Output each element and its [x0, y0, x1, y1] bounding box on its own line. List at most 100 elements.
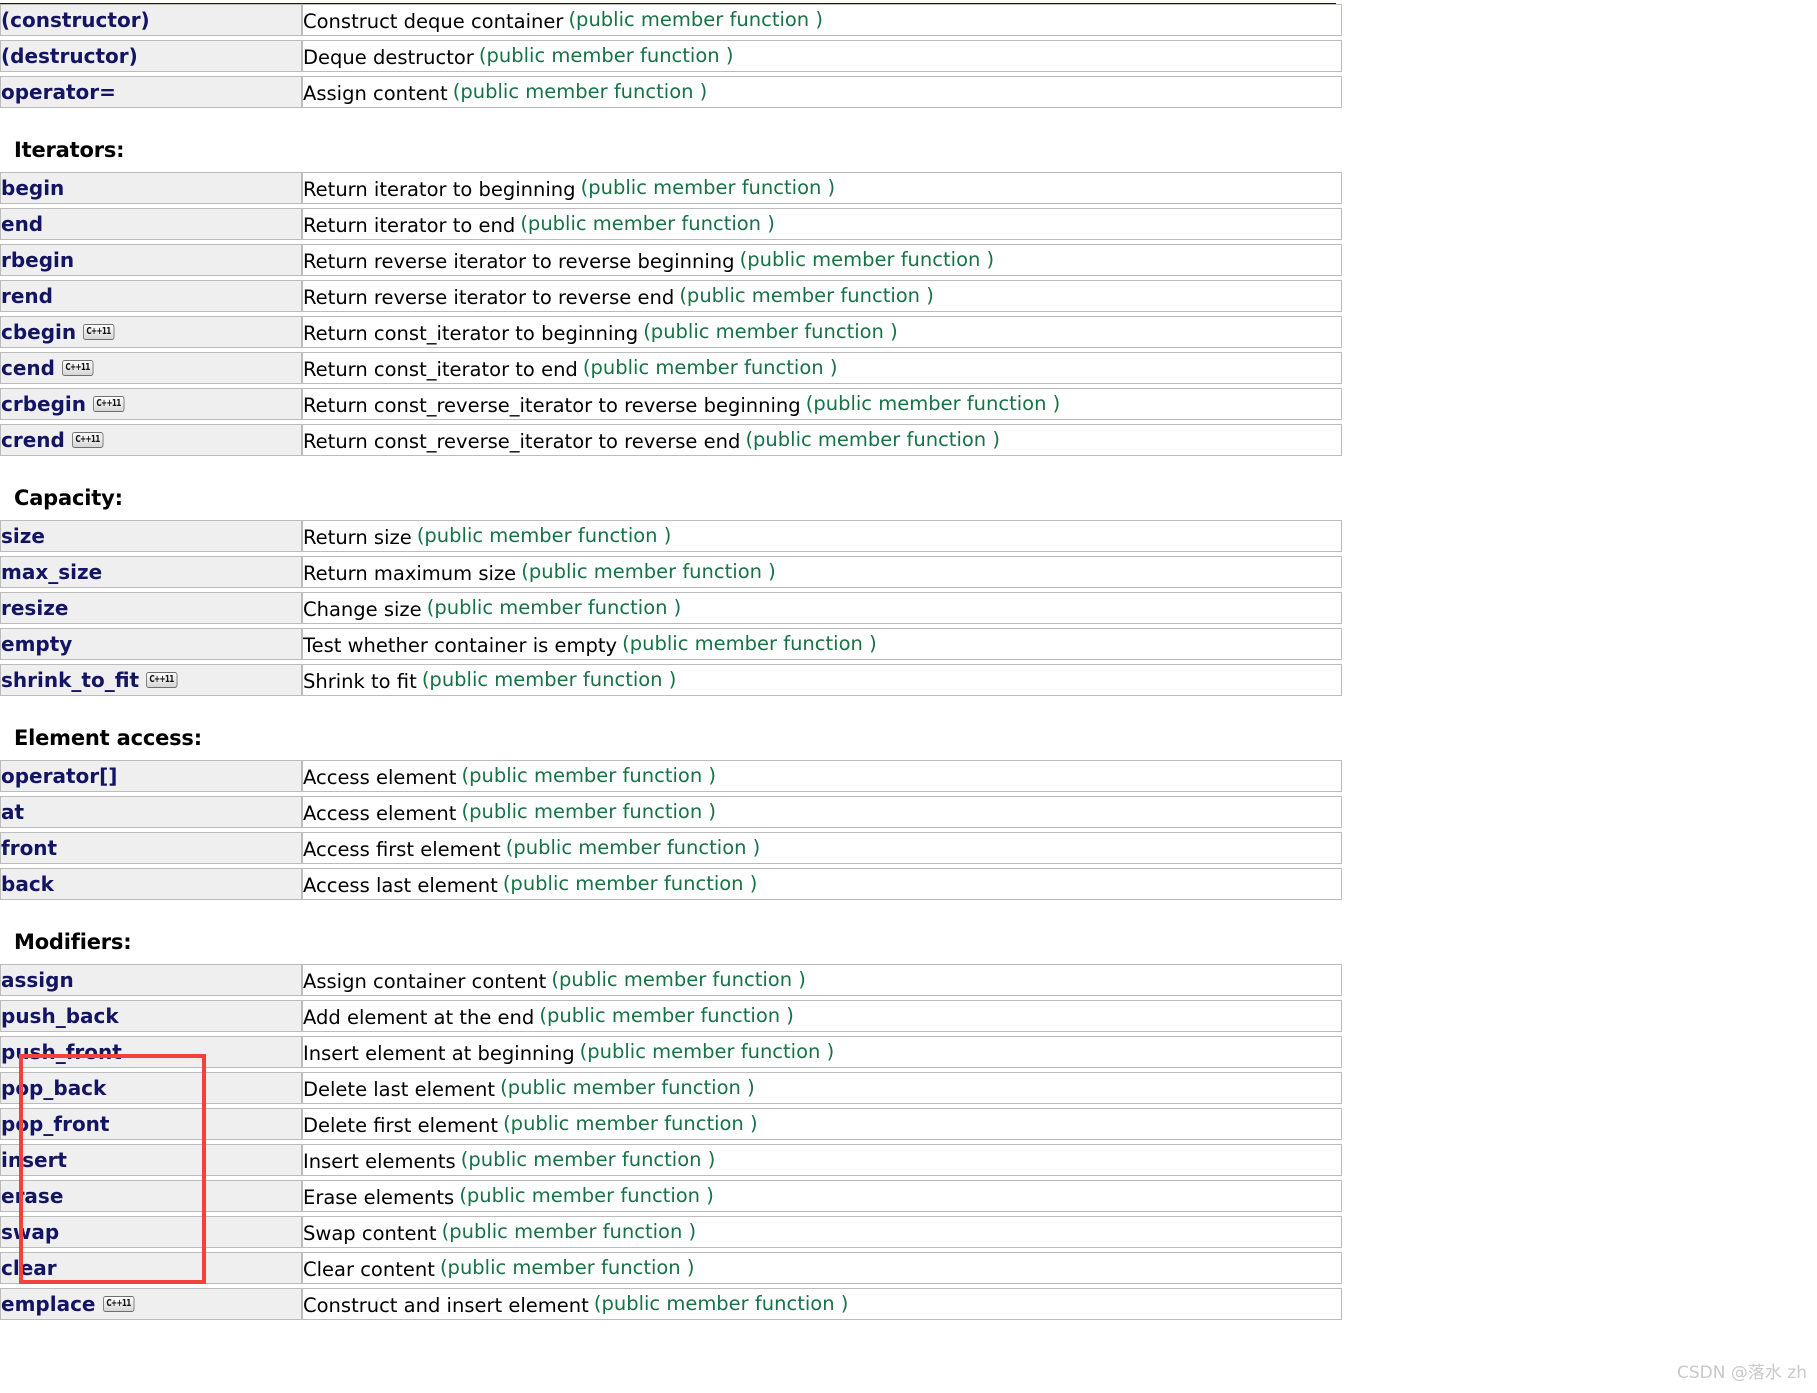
- function-name-link[interactable]: swap: [1, 1220, 59, 1244]
- function-description-text: Return const_reverse_iterator to reverse…: [303, 429, 741, 453]
- function-name-link[interactable]: cbegin: [1, 320, 76, 344]
- function-name-cell[interactable]: rbegin: [0, 244, 302, 276]
- function-name-cell[interactable]: operator=: [0, 76, 302, 108]
- function-name-link[interactable]: resize: [1, 596, 68, 620]
- function-name-cell[interactable]: swap: [0, 1216, 302, 1248]
- function-description-text: Delete first element: [303, 1113, 498, 1137]
- function-description-cell: Insert elements (public member function …: [302, 1144, 1342, 1176]
- function-name-cell[interactable]: pop_front: [0, 1108, 302, 1140]
- section-heading: Iterators:: [0, 138, 1817, 168]
- function-name-link[interactable]: insert: [1, 1148, 67, 1172]
- function-name-cell[interactable]: shrink_to_fit C++11: [0, 664, 302, 696]
- function-description-cell: Add element at the end (public member fu…: [302, 1000, 1342, 1032]
- table-row: operator[] Access element (public member …: [0, 760, 1342, 792]
- function-table: begin Return iterator to beginning (publi…: [0, 168, 1342, 460]
- function-name-link[interactable]: operator[]: [1, 764, 117, 788]
- function-name-link[interactable]: end: [1, 212, 43, 236]
- function-name-link[interactable]: rbegin: [1, 248, 74, 272]
- function-name-cell[interactable]: back: [0, 868, 302, 900]
- function-name-link[interactable]: push_front: [1, 1040, 122, 1064]
- function-name-link[interactable]: back: [1, 872, 54, 896]
- function-description-text: Return const_iterator to end: [303, 357, 578, 381]
- function-name-link[interactable]: operator=: [1, 80, 116, 104]
- function-name-cell[interactable]: resize: [0, 592, 302, 624]
- function-name-link[interactable]: assign: [1, 968, 74, 992]
- section-heading-label: Iterators: [14, 138, 117, 162]
- function-name-cell[interactable]: crbegin C++11: [0, 388, 302, 420]
- table-row: front Access first element (public member…: [0, 832, 1342, 864]
- member-kind-note: (public member function ): [643, 319, 898, 343]
- function-name-cell[interactable]: rend: [0, 280, 302, 312]
- function-description-cell: Delete last element (public member funct…: [302, 1072, 1342, 1104]
- function-name-cell[interactable]: (destructor): [0, 40, 302, 72]
- function-name-link[interactable]: pop_back: [1, 1076, 106, 1100]
- function-name-link[interactable]: erase: [1, 1184, 63, 1208]
- function-name-cell[interactable]: emplace C++11: [0, 1288, 302, 1320]
- function-name-link[interactable]: clear: [1, 1256, 57, 1280]
- function-description-cell: Return const_reverse_iterator to reverse…: [302, 424, 1342, 456]
- function-section: Element access: operator[] Access element …: [0, 700, 1817, 904]
- function-name-cell[interactable]: front: [0, 832, 302, 864]
- function-name-cell[interactable]: operator[]: [0, 760, 302, 792]
- table-row: insert Insert elements (public member fun…: [0, 1144, 1342, 1176]
- function-name-link[interactable]: size: [1, 524, 45, 548]
- function-name-link[interactable]: begin: [1, 176, 64, 200]
- function-description-text: Return maximum size: [303, 561, 517, 585]
- function-name-link[interactable]: (constructor): [1, 8, 150, 32]
- function-name-link[interactable]: at: [1, 800, 24, 824]
- member-kind-note: (public member function ): [416, 523, 672, 547]
- section-heading-colon: :: [123, 930, 132, 954]
- function-name-cell[interactable]: cend C++11: [0, 352, 302, 384]
- function-description-cell: Construct deque container (public member…: [302, 4, 1342, 36]
- deque-member-function-reference: (constructor) Construct deque container (…: [0, 0, 1817, 1324]
- function-table: assign Assign container content (public m…: [0, 960, 1342, 1324]
- function-name-link[interactable]: crbegin: [1, 392, 86, 416]
- member-kind-note: (public member function ): [421, 667, 677, 691]
- function-name-cell[interactable]: at: [0, 796, 302, 828]
- function-name-link[interactable]: empty: [1, 632, 72, 656]
- member-kind-note: (public member function ): [460, 1147, 716, 1171]
- table-row: resize Change size (public member functio…: [0, 592, 1342, 624]
- function-name-cell[interactable]: cbegin C++11: [0, 316, 302, 348]
- function-name-cell[interactable]: push_front: [0, 1036, 302, 1068]
- function-name-link[interactable]: crend: [1, 428, 65, 452]
- function-name-cell[interactable]: begin: [0, 172, 302, 204]
- function-description-text: Access element: [303, 801, 457, 825]
- member-kind-note: (public member function ): [502, 871, 758, 895]
- function-name-cell[interactable]: max_size: [0, 556, 302, 588]
- cpp11-badge: C++11: [146, 671, 178, 688]
- function-description-text: Access element: [303, 765, 457, 789]
- function-description-text: Return reverse iterator to reverse begin…: [303, 249, 735, 273]
- function-name-cell[interactable]: push_back: [0, 1000, 302, 1032]
- function-name-link[interactable]: (destructor): [1, 44, 138, 68]
- function-name-link[interactable]: front: [1, 836, 57, 860]
- function-name-link[interactable]: pop_front: [1, 1112, 109, 1136]
- member-kind-note: (public member function ): [745, 427, 1000, 451]
- section-heading: Capacity:: [0, 486, 1817, 516]
- function-name-link[interactable]: cend: [1, 356, 55, 380]
- function-name-cell[interactable]: empty: [0, 628, 302, 660]
- function-name-cell[interactable]: assign: [0, 964, 302, 996]
- function-section: Iterators: begin Return iterator to beginn…: [0, 112, 1817, 460]
- section-heading-colon: :: [114, 486, 123, 510]
- function-name-link[interactable]: max_size: [1, 560, 102, 584]
- function-name-link[interactable]: emplace: [1, 1292, 96, 1316]
- member-kind-note: (public member function ): [551, 967, 806, 991]
- function-description-text: Construct deque container: [303, 9, 564, 33]
- function-name-cell[interactable]: crend C++11: [0, 424, 302, 456]
- table-row: empty Test whether container is empty (pu…: [0, 628, 1342, 660]
- function-name-cell[interactable]: size: [0, 520, 302, 552]
- function-name-cell[interactable]: clear: [0, 1252, 302, 1284]
- function-name-cell[interactable]: pop_back: [0, 1072, 302, 1104]
- function-name-cell[interactable]: (constructor): [0, 4, 302, 36]
- function-name-cell[interactable]: erase: [0, 1180, 302, 1212]
- table-row: pop_back Delete last element (public memb…: [0, 1072, 1342, 1104]
- function-name-link[interactable]: rend: [1, 284, 53, 308]
- cpp11-badge: C++11: [93, 395, 125, 412]
- function-name-link[interactable]: push_back: [1, 1004, 119, 1028]
- function-name-cell[interactable]: end: [0, 208, 302, 240]
- function-name-link[interactable]: shrink_to_fit: [1, 668, 139, 692]
- member-kind-note: (public member function ): [505, 835, 761, 859]
- function-name-cell[interactable]: insert: [0, 1144, 302, 1176]
